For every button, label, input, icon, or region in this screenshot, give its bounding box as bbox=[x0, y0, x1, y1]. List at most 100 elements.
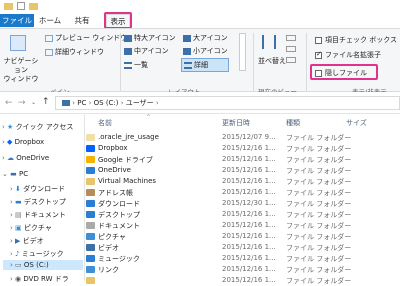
layout-scroll-icon[interactable] bbox=[239, 33, 246, 71]
nav-item-dropbox[interactable]: › ◆ Dropbox bbox=[2, 138, 44, 146]
nav-item-os-drive[interactable]: › ▭ OS (C:) bbox=[3, 260, 83, 270]
nav-item-onedrive[interactable]: › ☁ OneDrive bbox=[2, 154, 49, 162]
table-row[interactable]: ミュージック 2015/12/16 1... ファイル フォルダー bbox=[86, 254, 400, 264]
star-icon: ★ bbox=[7, 123, 14, 131]
list-icon bbox=[124, 61, 132, 69]
table-row[interactable]: .oracle_jre_usage 2015/12/07 9... ファイル フォル… bbox=[86, 133, 400, 143]
table-row[interactable]: ダウンロード 2015/12/30 1... ファイル フォルダー bbox=[86, 199, 400, 209]
address-segment-pc[interactable]: PC bbox=[77, 99, 86, 107]
file-extensions-checkbox[interactable] bbox=[315, 50, 322, 59]
column-header-type[interactable]: 種類 bbox=[286, 118, 300, 128]
group-by-icon[interactable] bbox=[286, 35, 296, 41]
dvd-icon: ◉ bbox=[15, 275, 22, 283]
table-row[interactable]: ドキュメント 2015/12/16 1... ファイル フォルダー bbox=[86, 221, 400, 231]
column-headers: 名前 ^ 更新日時 種類 サイズ bbox=[86, 114, 400, 130]
table-row[interactable]: ビデオ 2015/12/16 1... ファイル フォルダー bbox=[86, 243, 400, 253]
table-row[interactable]: ピクチャ 2015/12/16 1... ファイル フォルダー bbox=[86, 232, 400, 242]
recent-dropdown-icon[interactable]: ⌄ bbox=[31, 99, 36, 106]
nav-item-pictures[interactable]: › ▣ ピクチャ bbox=[10, 223, 52, 233]
details-pane-button[interactable]: 詳細ウィンドウ bbox=[45, 47, 104, 57]
picture-icon bbox=[86, 233, 95, 240]
nav-pane-button[interactable]: ナビゲーション ウィンドウ bbox=[2, 57, 40, 84]
address-field[interactable]: › PC › OS (C:) › ユーザー › bbox=[55, 96, 400, 110]
properties-icon[interactable] bbox=[17, 2, 25, 10]
document-icon bbox=[86, 222, 95, 229]
view-tab-highlight bbox=[104, 12, 132, 29]
nav-item-documents[interactable]: › ▤ ドキュメント bbox=[10, 210, 66, 220]
details-label: 詳細 bbox=[194, 61, 208, 69]
column-header-date[interactable]: 更新日時 bbox=[222, 118, 250, 128]
file-extensions-toggle[interactable]: ファイル名拡張子 bbox=[315, 50, 381, 60]
address-segment-users[interactable]: ユーザー bbox=[126, 99, 154, 107]
table-row[interactable]: OneDrive 2015/12/16 1... ファイル フォルダー bbox=[86, 166, 400, 176]
pc-address-icon bbox=[62, 100, 70, 106]
folder-icon bbox=[4, 3, 13, 10]
preview-pane-button[interactable]: プレビュー ウィンドウ bbox=[45, 33, 127, 43]
nav-item-desktop[interactable]: › ▬ デスクトップ bbox=[10, 197, 66, 207]
details-icon bbox=[184, 61, 192, 69]
new-folder-icon[interactable] bbox=[29, 3, 38, 10]
nav-label: OneDrive bbox=[16, 154, 50, 162]
details-pane-label: 詳細ウィンドウ bbox=[55, 48, 104, 56]
dropbox-icon bbox=[86, 145, 95, 152]
sort-icon bbox=[262, 35, 276, 49]
table-row[interactable]: Dropbox 2015/12/16 1... ファイル フォルダー bbox=[86, 144, 400, 154]
nav-item-downloads[interactable]: › ⬇ ダウンロード bbox=[10, 184, 65, 194]
tab-home[interactable]: ホーム bbox=[37, 14, 63, 27]
folder-icon bbox=[86, 178, 95, 185]
collapse-arrow-icon[interactable]: ⌄ bbox=[2, 170, 8, 178]
table-row[interactable]: リンク 2015/12/16 1... ファイル フォルダー bbox=[86, 265, 400, 275]
size-columns-icon[interactable] bbox=[286, 57, 296, 63]
expand-arrow-icon[interactable]: › bbox=[2, 138, 5, 146]
sort-button[interactable]: 並べ替え bbox=[258, 56, 286, 66]
navigation-pane: › ★ クイック アクセス › ◆ Dropbox › ☁ OneDrive ⌄… bbox=[0, 114, 85, 284]
address-segment-drive[interactable]: OS (C:) bbox=[94, 99, 119, 107]
expand-arrow-icon[interactable]: › bbox=[2, 154, 5, 162]
nav-item-quick-access[interactable]: › ★ クイック アクセス bbox=[2, 122, 73, 132]
layout-extra-large-icons[interactable]: 特大アイコン bbox=[124, 33, 176, 43]
contacts-icon bbox=[86, 189, 95, 196]
table-row[interactable]: Google ドライブ 2015/12/16 1... ファイル フォルダー bbox=[86, 155, 400, 165]
layout-small-icons[interactable]: 小アイコン bbox=[183, 46, 228, 56]
nav-label: Dropbox bbox=[14, 138, 45, 146]
table-row[interactable]: デスクトップ 2015/12/16 1... ファイル フォルダー bbox=[86, 210, 400, 220]
nav-item-music[interactable]: › ♪ ミュージック bbox=[10, 249, 64, 259]
nav-item-videos[interactable]: › ▶ ビデオ bbox=[10, 236, 44, 246]
layout-list[interactable]: 一覧 bbox=[124, 60, 148, 70]
expand-arrow-icon[interactable]: › bbox=[2, 123, 5, 131]
table-row[interactable]: アドレス帳 2015/12/16 1... ファイル フォルダー bbox=[86, 188, 400, 198]
item-checkboxes-checkbox[interactable] bbox=[315, 36, 322, 44]
document-icon: ▤ bbox=[15, 211, 22, 219]
item-checkboxes-label: 項目チェック ボックス bbox=[325, 36, 398, 44]
nav-label: OS (C:) bbox=[23, 261, 49, 269]
layout-large-icons[interactable]: 大アイコン bbox=[183, 33, 228, 43]
preview-pane-icon bbox=[45, 34, 53, 42]
video-icon bbox=[86, 244, 95, 251]
hidden-items-highlight bbox=[310, 64, 378, 80]
table-row[interactable]: 2015/12/16 1... ファイル フォルダー bbox=[86, 276, 400, 286]
extra-large-label: 特大アイコン bbox=[134, 34, 176, 42]
nav-item-pc[interactable]: ⌄ ▬ PC bbox=[2, 170, 28, 178]
item-checkboxes-toggle[interactable]: 項目チェック ボックス bbox=[315, 35, 397, 45]
up-icon[interactable]: ↑ bbox=[42, 97, 50, 107]
nav-label: デスクトップ bbox=[23, 198, 66, 206]
tab-file[interactable]: ファイル bbox=[0, 14, 34, 27]
table-row[interactable]: Virtual Machines 2015/12/16 1... ファイル フォルダ… bbox=[86, 177, 400, 187]
column-header-size[interactable]: サイズ bbox=[346, 118, 367, 128]
back-icon[interactable]: ← bbox=[5, 98, 13, 108]
column-header-name[interactable]: 名前 bbox=[98, 118, 112, 128]
layout-medium-icons[interactable]: 中アイコン bbox=[124, 46, 169, 56]
layout-details[interactable]: 詳細 bbox=[181, 58, 229, 72]
nav-item-dvd[interactable]: › ◉ DVD RW ドラ bbox=[10, 274, 69, 284]
dropbox-icon: ◆ bbox=[7, 138, 13, 146]
cloud-icon bbox=[86, 167, 95, 174]
download-icon: ⬇ bbox=[15, 185, 21, 193]
tab-share[interactable]: 共有 bbox=[70, 14, 94, 27]
add-columns-icon[interactable] bbox=[286, 46, 296, 52]
ribbon: ナビゲーション ウィンドウ プレビュー ウィンドウ 詳細ウィンドウ ペイン 特大… bbox=[0, 28, 400, 96]
medium-icons-icon bbox=[124, 47, 132, 55]
desktop-icon bbox=[86, 211, 95, 218]
forward-icon[interactable]: → bbox=[18, 98, 26, 108]
ribbon-tabs: ファイル ホーム 共有 表示 bbox=[0, 12, 400, 29]
nav-label: PC bbox=[18, 170, 29, 178]
